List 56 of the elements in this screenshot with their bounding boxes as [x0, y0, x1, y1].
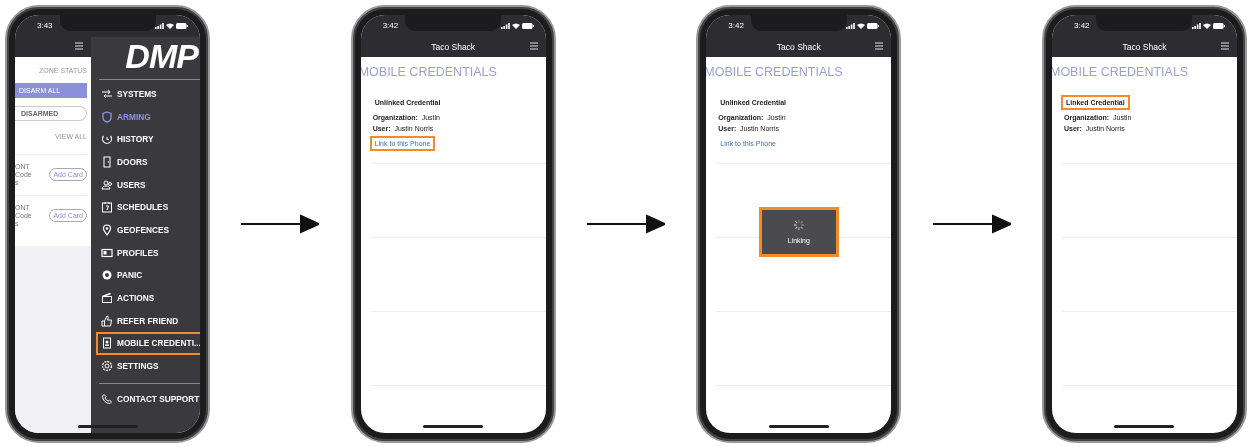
menu-item[interactable]: SYSTEMS [96, 82, 200, 106]
menu-item[interactable]: SCHEDULES [96, 195, 200, 219]
menu-item[interactable]: DOORS [96, 150, 200, 174]
signal-icon [155, 22, 164, 29]
clock-icon [101, 133, 113, 146]
menu-item[interactable]: CONTACT SUPPORT [96, 387, 200, 411]
alarm-icon [101, 269, 113, 282]
status-time: 3:42 [728, 21, 744, 30]
menu-icon[interactable] [529, 41, 538, 50]
header-title: Taco Shack [776, 41, 821, 52]
status-time: 3:42 [1073, 21, 1090, 30]
signal-icon [500, 22, 510, 29]
home-indicator [768, 424, 829, 428]
users-icon [101, 178, 113, 191]
battery-icon [1212, 22, 1225, 29]
menu-item[interactable]: USERS [96, 173, 200, 196]
clapper-icon [101, 292, 113, 305]
battery-icon [521, 22, 534, 29]
menu-item[interactable]: GEOFENCES [96, 218, 200, 242]
pin-icon [101, 223, 113, 236]
signal-icon [846, 22, 856, 29]
status-time: 3:42 [382, 21, 399, 30]
wifi-icon [857, 22, 866, 29]
logo: DMP [124, 38, 200, 73]
menu-item[interactable]: SETTINGS [96, 354, 200, 378]
menu-item[interactable]: REFER FRIEND [96, 309, 200, 333]
menu-item[interactable]: HISTORY [96, 127, 200, 151]
menu-item[interactable]: ACTIONS [96, 286, 200, 310]
home-indicator [1114, 424, 1175, 428]
thumb-icon [101, 314, 113, 327]
menu-item[interactable]: PANIC [96, 264, 200, 287]
menu-item[interactable]: PROFILES [96, 241, 200, 264]
shield-icon [101, 110, 113, 123]
wifi-icon [1202, 22, 1211, 29]
menu-icon[interactable] [75, 41, 83, 50]
battery-icon [867, 22, 880, 29]
home-indicator [423, 424, 484, 428]
wifi-icon [511, 22, 520, 29]
menu-icon[interactable] [1220, 41, 1229, 50]
wifi-icon [166, 22, 174, 29]
phone-icon [101, 392, 113, 405]
spinner-icon [792, 219, 805, 231]
swap-icon [101, 87, 113, 100]
status-time: 3:43 [37, 21, 53, 30]
gear-icon [101, 360, 113, 373]
menu-icon[interactable] [875, 41, 884, 50]
card-icon [101, 246, 113, 259]
signal-icon [1191, 22, 1201, 29]
battery-icon [176, 22, 188, 29]
calendar-icon [101, 201, 113, 214]
header-title: Taco Shack [1122, 41, 1167, 52]
menu-item[interactable]: MOBILE CREDENTI... [96, 332, 200, 355]
header-title: Taco Shack [431, 41, 476, 52]
badge-icon [101, 337, 113, 350]
door-icon [101, 155, 113, 168]
menu-item[interactable]: ARMING [96, 105, 200, 128]
